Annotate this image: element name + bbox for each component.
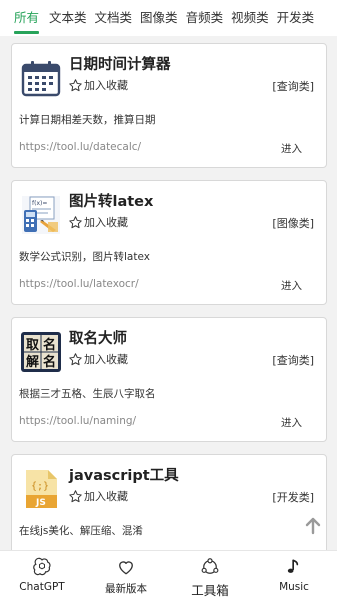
tool-url[interactable]: https://tool.lu/datecalc/ (19, 141, 141, 153)
nav-latest-version[interactable]: 最新版本 (84, 551, 168, 600)
arrow-up-icon[interactable] (303, 516, 323, 536)
favorite-label: 加入收藏 (84, 216, 128, 229)
naming-icon-char: 取 (26, 338, 40, 353)
tool-card[interactable]: f(x)= 图片转latex 加入收藏 [图像类] 数学公式识别，图片转late… (11, 180, 327, 305)
tab-image[interactable]: 图像类 (136, 0, 182, 36)
star-icon (69, 215, 82, 228)
favorite-button[interactable]: 加入收藏 (68, 77, 128, 93)
category-badge: [查询类] (272, 80, 314, 93)
tool-title: 图片转latex (69, 194, 154, 210)
category-badge: [开发类] (272, 491, 314, 504)
favorite-label: 加入收藏 (84, 490, 128, 503)
tool-title: 日期时间计算器 (69, 57, 171, 73)
tool-url[interactable]: https://tool.lu/latexocr/ (19, 278, 139, 290)
tool-url[interactable]: https://tool.lu/naming/ (19, 415, 136, 427)
category-badge: [图像类] (272, 217, 314, 230)
favorite-button[interactable]: 加入收藏 (68, 214, 128, 230)
enter-button[interactable]: 进入 (281, 278, 302, 293)
js-label-text: JS (35, 498, 46, 508)
tab-all[interactable]: 所有 (0, 0, 45, 36)
tool-description: 根据三才五格、生辰八字取名 (19, 388, 156, 400)
star-icon (69, 78, 82, 91)
tab-dev[interactable]: 开发类 (273, 0, 319, 36)
naming-icon: 取 名 解 名 (21, 332, 61, 372)
formula-image-icon: f(x)= (22, 196, 60, 234)
naming-icon-char: 名 (43, 354, 56, 370)
tool-list[interactable]: 日期时间计算器 加入收藏 [查询类] 计算日期相差天数，推算日期 https:/… (0, 36, 337, 550)
favorite-button[interactable]: 加入收藏 (68, 351, 128, 367)
tool-card[interactable]: 取 名 解 名 取名大师 加入收藏 [查询类] 根据三才五格、生辰八字取名 ht… (11, 317, 327, 442)
tool-description: 在线js美化、解压缩、混淆 (19, 525, 143, 537)
tool-title: 取名大师 (69, 331, 127, 347)
tab-video[interactable]: 视频类 (227, 0, 273, 36)
enter-button[interactable]: 进入 (281, 415, 302, 430)
tool-description: 数学公式识别，图片转latex (19, 251, 150, 263)
calendar-icon (21, 61, 61, 97)
category-badge: [查询类] (272, 354, 314, 367)
tool-card[interactable]: {;} JS javascript工具 加入收藏 [开发类] 在线js美化、解压… (11, 454, 327, 550)
nav-label: 工具箱 (191, 583, 229, 598)
tab-document[interactable]: 文档类 (91, 0, 137, 36)
nav-music[interactable]: Music (252, 551, 336, 600)
nav-label: 最新版本 (105, 583, 147, 595)
svg-text:f(x)=: f(x)= (32, 200, 47, 207)
tool-title: javascript工具 (69, 468, 179, 484)
tab-audio[interactable]: 音频类 (182, 0, 228, 36)
naming-icon-char: 解 (25, 354, 39, 370)
nav-label: ChatGPT (19, 581, 65, 593)
favorite-label: 加入收藏 (84, 353, 128, 366)
bottom-navigation: ChatGPT 最新版本 工具箱 Music (0, 550, 337, 600)
category-tabs: 所有 文本类 文档类 图像类 音频类 视频类 开发类 (0, 0, 337, 36)
nav-chatgpt[interactable]: ChatGPT (0, 551, 84, 600)
naming-icon-char: 名 (43, 337, 56, 353)
chatgpt-icon (33, 557, 51, 576)
tool-description: 计算日期相差天数，推算日期 (19, 114, 156, 126)
tab-text[interactable]: 文本类 (45, 0, 91, 36)
js-brace-text: {;} (31, 481, 49, 492)
favorite-button[interactable]: 加入收藏 (68, 488, 128, 504)
toolbox-icon (201, 558, 219, 574)
favorite-label: 加入收藏 (84, 79, 128, 92)
music-note-icon (287, 559, 299, 573)
js-file-icon: {;} JS (26, 470, 57, 508)
star-icon (69, 489, 82, 502)
enter-button[interactable]: 进入 (281, 141, 302, 156)
heart-icon (119, 561, 133, 575)
nav-toolbox[interactable]: 工具箱 (168, 551, 252, 600)
tool-card[interactable]: 日期时间计算器 加入收藏 [查询类] 计算日期相差天数，推算日期 https:/… (11, 43, 327, 168)
nav-label: Music (279, 581, 309, 593)
star-icon (69, 352, 82, 365)
